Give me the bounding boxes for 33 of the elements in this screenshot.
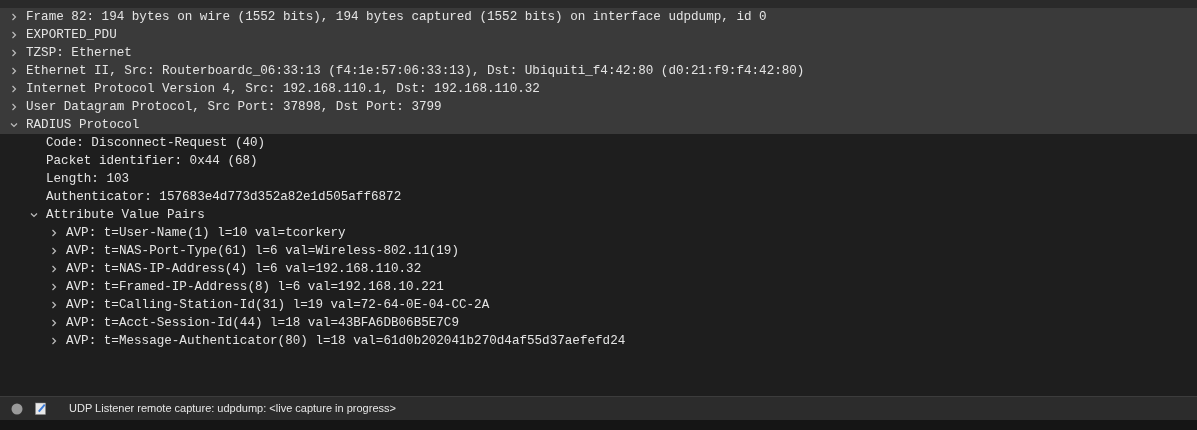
tree-item[interactable]: AVP: t=NAS-Port-Type(61) l=6 val=Wireless-802.11(19) (66, 242, 459, 260)
chevron-right-icon[interactable] (10, 103, 18, 111)
chevron-right-icon[interactable] (50, 229, 58, 237)
tree-item[interactable]: AVP: t=Calling-Station-Id(31) l=19 val=72-64-0E-04-CC-2A (66, 296, 490, 314)
chevron-down-icon[interactable] (10, 121, 18, 129)
tree-item[interactable]: Attribute Value Pairs (46, 206, 205, 224)
chevron-right-icon[interactable] (10, 13, 18, 21)
tree-item[interactable]: Packet identifier: 0x44 (68) (46, 152, 258, 170)
chevron-right-icon[interactable] (50, 283, 58, 291)
chevron-right-icon[interactable] (10, 49, 18, 57)
chevron-right-icon[interactable] (10, 67, 18, 75)
chevron-right-icon[interactable] (10, 85, 18, 93)
tree-item[interactable]: Authenticator: 157683e4d773d352a82e1d505aff6872 (46, 188, 402, 206)
tree-item[interactable]: TZSP: Ethernet (26, 44, 132, 62)
edit-icon[interactable] (35, 402, 47, 415)
chevron-right-icon[interactable] (50, 319, 58, 327)
tree-item[interactable]: Length: 103 (46, 170, 130, 188)
tree-item[interactable]: Code: Disconnect-Request (40) (46, 134, 266, 152)
status-text: UDP Listener remote capture: udpdump: <live capture in progress> (69, 401, 396, 417)
tree-item[interactable]: AVP: t=NAS-IP-Address(4) l=6 val=192.168.110.32 (66, 260, 422, 278)
chevron-right-icon[interactable] (50, 265, 58, 273)
chevron-down-icon[interactable] (30, 211, 38, 219)
chevron-right-icon[interactable] (50, 301, 58, 309)
chevron-right-icon[interactable] (10, 31, 18, 39)
tree-item[interactable]: AVP: t=Acct-Session-Id(44) l=18 val=43BFA6DB06B5E7C9 (66, 314, 459, 332)
tree-item[interactable]: AVP: t=Framed-IP-Address(8) l=6 val=192.168.10.221 (66, 278, 444, 296)
chevron-right-icon[interactable] (50, 337, 58, 345)
tree-item[interactable]: EXPORTED_PDU (26, 26, 117, 44)
tree-item[interactable]: RADIUS Protocol (26, 116, 140, 134)
circle-icon (11, 402, 23, 415)
tree-item[interactable]: AVP: t=Message-Authenticator(80) l=18 val=61d0b202041b270d4af55d37aefefd24 (66, 332, 626, 350)
chevron-right-icon[interactable] (50, 247, 58, 255)
tree-item[interactable]: AVP: t=User-Name(1) l=10 val=tcorkery (66, 224, 346, 242)
